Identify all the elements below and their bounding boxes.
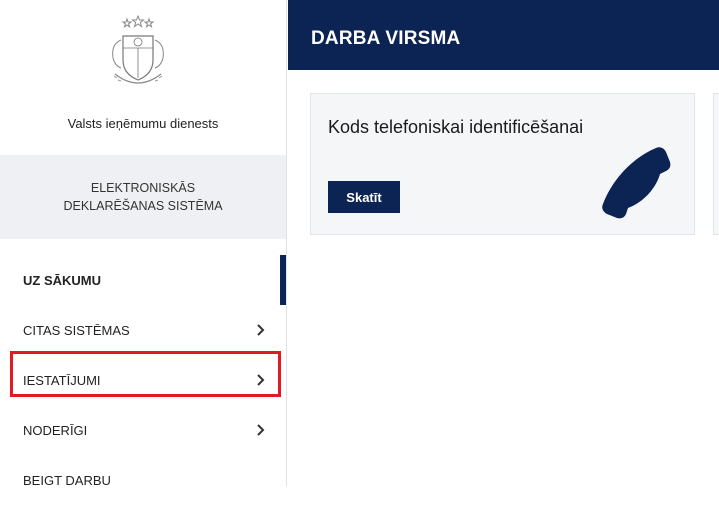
top-header: DARBA VIRSMA (288, 0, 719, 70)
sidebar-item-label: BEIGT DARBU (23, 472, 111, 488)
card-title: Kods telefoniskai identificēšanai (328, 117, 584, 137)
sidebar-item-home[interactable]: UZ SĀKUMU (0, 255, 286, 305)
organization-name: Valsts ieņēmumu dienests (67, 116, 219, 131)
sidebar-item-useful[interactable]: NODERĪGI (0, 405, 286, 455)
logo-area: Valsts ieņēmumu dienests (0, 0, 286, 156)
system-name: ELEKTRONISKĀS DEKLARĒŠANAS SISTĒMA (63, 181, 223, 213)
chevron-right-icon (257, 324, 265, 336)
next-card-partial (713, 93, 719, 235)
page-title: DARBA VIRSMA (311, 28, 461, 49)
sidebar-item-label: NODERĪGI (23, 422, 88, 438)
sidebar-item-other-systems[interactable]: CITAS SISTĒMAS (0, 305, 286, 355)
sidebar-item-label: CITAS SISTĒMAS (23, 322, 130, 338)
phone-icon (602, 147, 671, 219)
sidebar: Valsts ieņēmumu dienests ELEKTRONISKĀS D… (0, 0, 287, 488)
sidebar-item-label: IESTATĪJUMI (23, 372, 101, 388)
sidebar-item-label: UZ SĀKUMU (23, 272, 101, 288)
chevron-right-icon (257, 374, 265, 386)
phone-code-card: Kods telefoniskai identificēšanai Skatīt (310, 93, 695, 235)
coat-of-arms-logo (112, 14, 164, 84)
chevron-right-icon (257, 424, 265, 436)
system-name-box: ELEKTRONISKĀS DEKLARĒŠANAS SISTĒMA (0, 155, 286, 239)
view-button[interactable]: Skatīt (328, 181, 400, 213)
sidebar-item-logout[interactable]: BEIGT DARBU (0, 455, 286, 505)
sidebar-menu: UZ SĀKUMU CITAS SISTĒMAS IESTATĪJUMI NOD… (0, 255, 286, 505)
sidebar-item-settings[interactable]: IESTATĪJUMI (0, 355, 286, 405)
active-indicator (280, 255, 286, 305)
